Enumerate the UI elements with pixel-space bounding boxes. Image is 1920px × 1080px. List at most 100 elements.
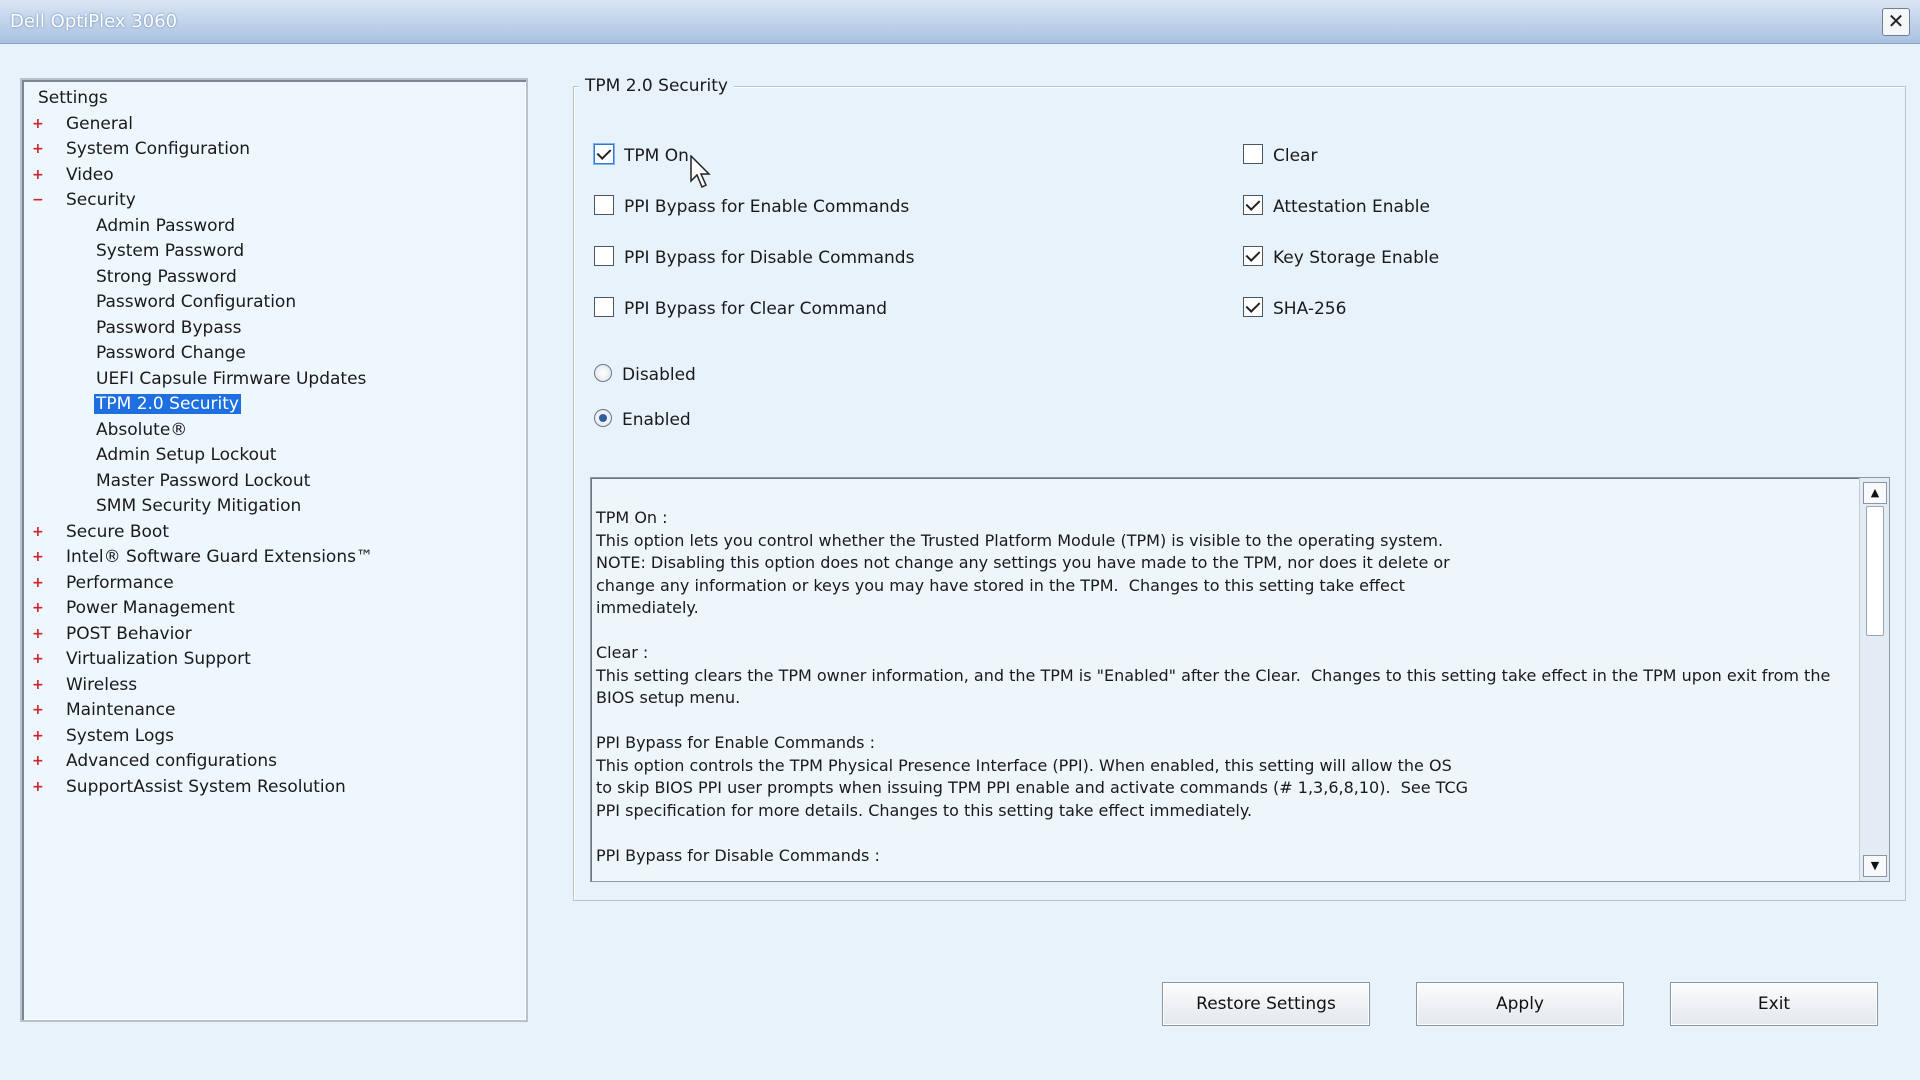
- settings-tree-panel: Settings + General + System Configuration + Vi…: [20, 78, 528, 1022]
- window-title: Dell OptiPlex 3060: [10, 11, 178, 32]
- ppi-bypass-clear-checkbox[interactable]: PPI Bypass for Clear Command: [594, 296, 887, 322]
- close-icon: ✕: [1887, 9, 1905, 33]
- expand-icon[interactable]: +: [32, 652, 44, 666]
- tree-item-label: Admin Password: [96, 215, 235, 236]
- tree-item-post-behavior[interactable]: + POST Behavior: [32, 622, 192, 646]
- tree-item-uefi-capsule-firmware-updates[interactable]: UEFI Capsule Firmware Updates: [96, 367, 366, 391]
- settings-tree: Settings + General + System Configuration + Vi…: [22, 80, 526, 1020]
- tree-item-power-management[interactable]: + Power Management: [32, 596, 235, 620]
- scroll-up-button[interactable]: ▲: [1863, 482, 1887, 504]
- apply-button[interactable]: Apply: [1416, 982, 1624, 1026]
- checkbox-icon: [594, 246, 614, 266]
- mouse-pointer-icon: [690, 155, 711, 189]
- tree-item-label: Virtualization Support: [66, 649, 251, 669]
- checkbox-label: SHA-256: [1273, 299, 1347, 319]
- checkbox-icon: [594, 144, 614, 164]
- expand-icon[interactable]: +: [32, 576, 44, 590]
- tree-item-password-configuration[interactable]: Password Configuration: [96, 290, 296, 314]
- scroll-down-button[interactable]: ▼: [1863, 855, 1887, 877]
- tree-item-intel-software-guard-extensions[interactable]: + Intel® Software Guard Extensions™: [32, 545, 373, 569]
- attestation-enable-checkbox[interactable]: Attestation Enable: [1243, 194, 1430, 220]
- tree-item-label: Password Configuration: [96, 292, 297, 312]
- checkbox-icon: [1243, 297, 1263, 317]
- radio-label: Enabled: [622, 410, 691, 430]
- tree-item-system-logs[interactable]: + System Logs: [32, 724, 175, 748]
- help-description-box[interactable]: TPM On : This option lets you control wh…: [590, 477, 1890, 882]
- expand-icon[interactable]: +: [32, 117, 44, 131]
- expand-icon[interactable]: +: [32, 142, 44, 156]
- tree-item-label: SMM Security Mitigation: [96, 496, 302, 516]
- radio-icon: [594, 409, 612, 427]
- tree-item-password-change[interactable]: Password Change: [96, 341, 246, 365]
- tree-item-label: Maintenance: [66, 700, 176, 720]
- tree-item-label: Master Password Lockout: [96, 470, 311, 491]
- tree-item-advanced-configurations[interactable]: + Advanced configurations: [32, 749, 277, 773]
- tpm-on-checkbox[interactable]: TPM On: [594, 143, 689, 169]
- expand-icon[interactable]: +: [32, 601, 44, 615]
- tree-item-virtualization-support[interactable]: + Virtualization Support: [32, 647, 251, 671]
- help-text: TPM On : This option lets you control wh…: [596, 508, 1831, 865]
- tree-item-wireless[interactable]: + Wireless: [32, 673, 137, 697]
- tree-root-settings[interactable]: Settings: [38, 86, 108, 110]
- checkbox-label: Clear: [1273, 146, 1318, 166]
- restore-settings-button[interactable]: Restore Settings: [1162, 982, 1370, 1026]
- expand-icon[interactable]: +: [32, 678, 44, 692]
- enabled-radio[interactable]: Enabled: [594, 407, 691, 433]
- tree-item-absolute[interactable]: Absolute®: [96, 418, 187, 442]
- tree-item-label: Video: [66, 164, 114, 185]
- exit-button[interactable]: Exit: [1670, 982, 1878, 1026]
- tree-item-security[interactable]: − Security: [32, 188, 136, 212]
- tree-item-smm-security-mitigation[interactable]: SMM Security Mitigation: [96, 494, 301, 518]
- tree-item-admin-password[interactable]: Admin Password: [96, 214, 235, 238]
- tree-item-label: System Password: [96, 241, 245, 261]
- tree-item-label: System Configuration: [66, 139, 251, 159]
- checkbox-label: Attestation Enable: [1273, 197, 1430, 217]
- tree-item-label: Password Change: [96, 343, 246, 363]
- checkbox-icon: [1243, 246, 1263, 266]
- checkbox-label: Key Storage Enable: [1273, 248, 1440, 268]
- expand-icon[interactable]: +: [32, 729, 44, 743]
- checkbox-label: PPI Bypass for Enable Commands: [624, 197, 910, 217]
- expand-icon[interactable]: +: [32, 550, 44, 564]
- help-scrollbar[interactable]: ▲ ▼: [1859, 478, 1889, 881]
- expand-icon[interactable]: +: [32, 525, 44, 539]
- disabled-radio[interactable]: Disabled: [594, 362, 696, 388]
- tree-item-video[interactable]: + Video: [32, 163, 114, 187]
- expand-icon[interactable]: +: [32, 627, 44, 641]
- expand-icon[interactable]: +: [32, 168, 44, 182]
- expand-icon[interactable]: +: [32, 780, 44, 794]
- tree-item-label: Advanced configurations: [66, 751, 277, 771]
- checkbox-label: PPI Bypass for Clear Command: [624, 299, 887, 319]
- tree-item-general[interactable]: + General: [32, 112, 133, 136]
- ppi-bypass-disable-checkbox[interactable]: PPI Bypass for Disable Commands: [594, 245, 914, 271]
- tree-item-strong-password[interactable]: Strong Password: [96, 265, 237, 289]
- clear-checkbox[interactable]: Clear: [1243, 143, 1317, 169]
- sha-256-checkbox[interactable]: SHA-256: [1243, 296, 1346, 322]
- checkbox-icon: [594, 297, 614, 317]
- close-button[interactable]: ✕: [1882, 8, 1910, 36]
- radio-icon: [594, 364, 612, 382]
- tree-item-label: POST Behavior: [66, 623, 192, 644]
- checkbox-label: PPI Bypass for Disable Commands: [624, 248, 915, 268]
- title-bar: Dell OptiPlex 3060 ✕: [0, 0, 1920, 44]
- tree-item-secure-boot[interactable]: + Secure Boot: [32, 520, 169, 544]
- ppi-bypass-enable-checkbox[interactable]: PPI Bypass for Enable Commands: [594, 194, 909, 220]
- expand-icon[interactable]: +: [32, 703, 44, 717]
- tree-item-label: Password Bypass: [96, 317, 242, 338]
- key-storage-enable-checkbox[interactable]: Key Storage Enable: [1243, 245, 1439, 271]
- tree-item-admin-setup-lockout[interactable]: Admin Setup Lockout: [96, 443, 276, 467]
- tree-item-performance[interactable]: + Performance: [32, 571, 174, 595]
- tree-item-system-password[interactable]: System Password: [96, 239, 244, 263]
- tree-item-tpm-2-0-security[interactable]: TPM 2.0 Security: [94, 392, 241, 416]
- expand-icon[interactable]: +: [32, 754, 44, 768]
- tree-item-supportassist-system-resolution[interactable]: + SupportAssist System Resolution: [32, 775, 346, 799]
- tree-item-system-configuration[interactable]: + System Configuration: [32, 137, 251, 161]
- tree-item-label: Strong Password: [96, 266, 237, 287]
- tree-item-label: Settings: [38, 88, 108, 108]
- tree-item-master-password-lockout[interactable]: Master Password Lockout: [96, 469, 310, 493]
- tree-item-password-bypass[interactable]: Password Bypass: [96, 316, 241, 340]
- tree-item-label: System Logs: [66, 725, 175, 746]
- scroll-thumb[interactable]: [1866, 506, 1884, 636]
- tree-item-maintenance[interactable]: + Maintenance: [32, 698, 176, 722]
- collapse-icon[interactable]: −: [32, 193, 44, 207]
